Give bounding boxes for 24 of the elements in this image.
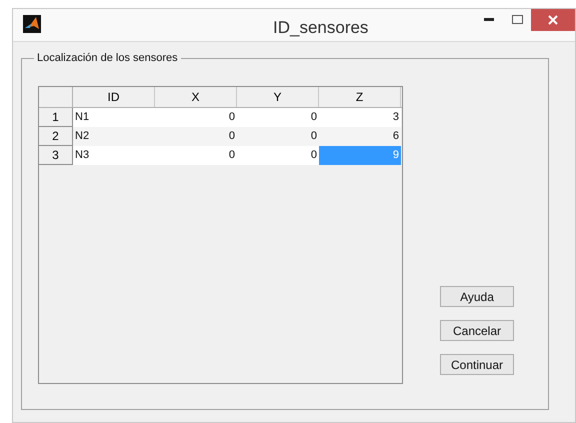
table-cell[interactable]: 3 xyxy=(319,108,401,127)
dialog-button[interactable]: Ayuda xyxy=(440,286,514,307)
close-icon xyxy=(548,15,558,25)
column-header[interactable]: Y xyxy=(237,87,319,107)
table-cell[interactable]: 0 xyxy=(237,108,319,127)
column-header[interactable]: Z xyxy=(319,87,401,107)
close-button[interactable] xyxy=(531,9,575,31)
column-header[interactable]: ID xyxy=(73,87,155,107)
table-cell[interactable]: N1 xyxy=(73,108,155,127)
table-cell[interactable]: N2 xyxy=(73,127,155,146)
dialog-button[interactable]: Cancelar xyxy=(440,320,514,341)
column-header[interactable]: X xyxy=(155,87,237,107)
table-cell[interactable]: 0 xyxy=(155,146,237,165)
maximize-icon xyxy=(512,14,522,24)
table-cell[interactable]: 0 xyxy=(155,108,237,127)
table-cell[interactable]: 6 xyxy=(319,127,401,146)
dialog-button[interactable]: Continuar xyxy=(440,354,514,375)
table-cell[interactable]: 0 xyxy=(155,127,237,146)
table-cell[interactable]: N3 xyxy=(73,146,155,165)
table-cell[interactable]: 0 xyxy=(237,146,319,165)
table-cell[interactable]: 0 xyxy=(237,127,319,146)
minimize-icon xyxy=(484,18,494,20)
app-logo-icon xyxy=(23,15,41,33)
window-title: ID_sensores xyxy=(273,17,368,39)
